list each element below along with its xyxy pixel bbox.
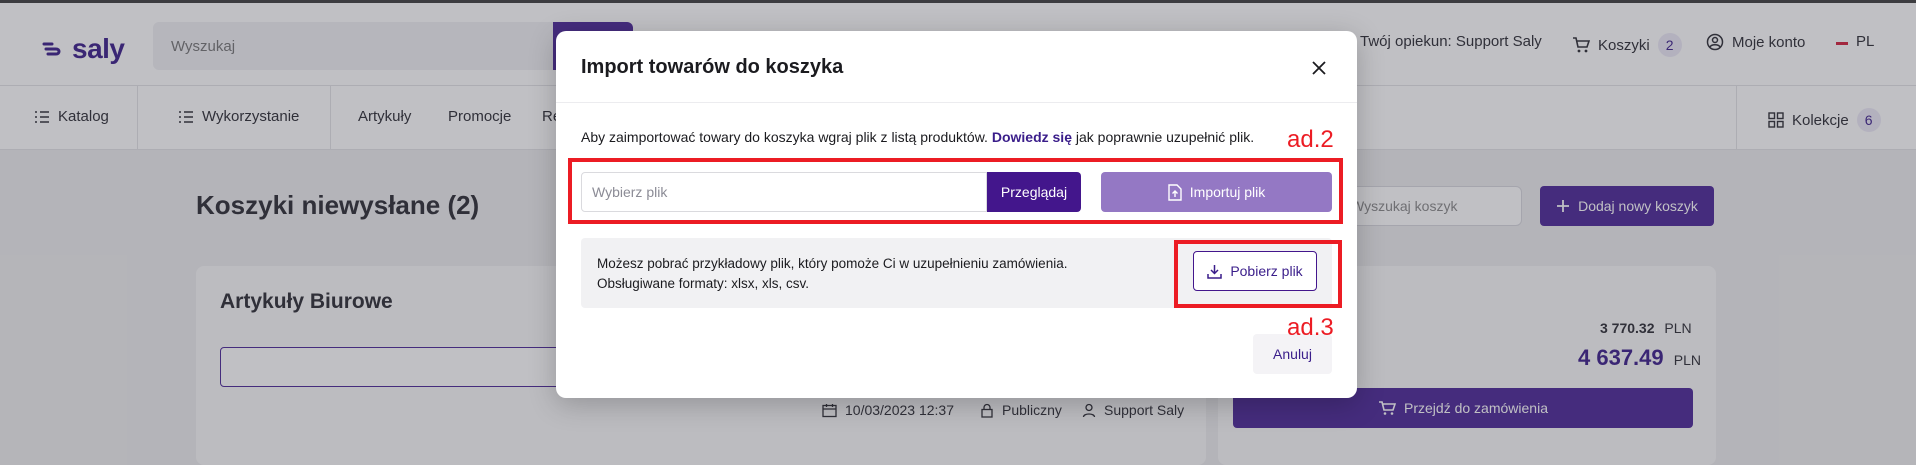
cancel-label: Anuluj [1273, 346, 1312, 362]
annotation-box-ad2 [568, 158, 1343, 224]
sample-info-line-1: Możesz pobrać przykładowy plik, który po… [597, 256, 1068, 271]
annotation-label-ad2: ad.2 [1287, 126, 1334, 153]
learn-more-link[interactable]: Dowiedz się [992, 129, 1072, 145]
instruction-text-after: jak poprawnie uzupełnić plik. [1071, 129, 1255, 145]
close-icon [1311, 60, 1327, 76]
modal-title: Import towarów do koszyka [581, 56, 844, 78]
annotation-box-ad3 [1174, 240, 1342, 308]
annotation-label-ad3: ad.3 [1287, 314, 1334, 341]
instruction-text-before: Aby zaimportować towary do koszyka wgraj… [581, 129, 992, 145]
sample-file-text: Możesz pobrać przykładowy plik, który po… [597, 254, 1067, 294]
modal-header: Import towarów do koszyka [556, 31, 1357, 103]
sample-info-line-2: Obsługiwane formaty: xlsx, xls, csv. [597, 276, 810, 291]
close-button[interactable] [1308, 57, 1330, 79]
import-instruction: Aby zaimportować towary do koszyka wgraj… [581, 129, 1254, 145]
